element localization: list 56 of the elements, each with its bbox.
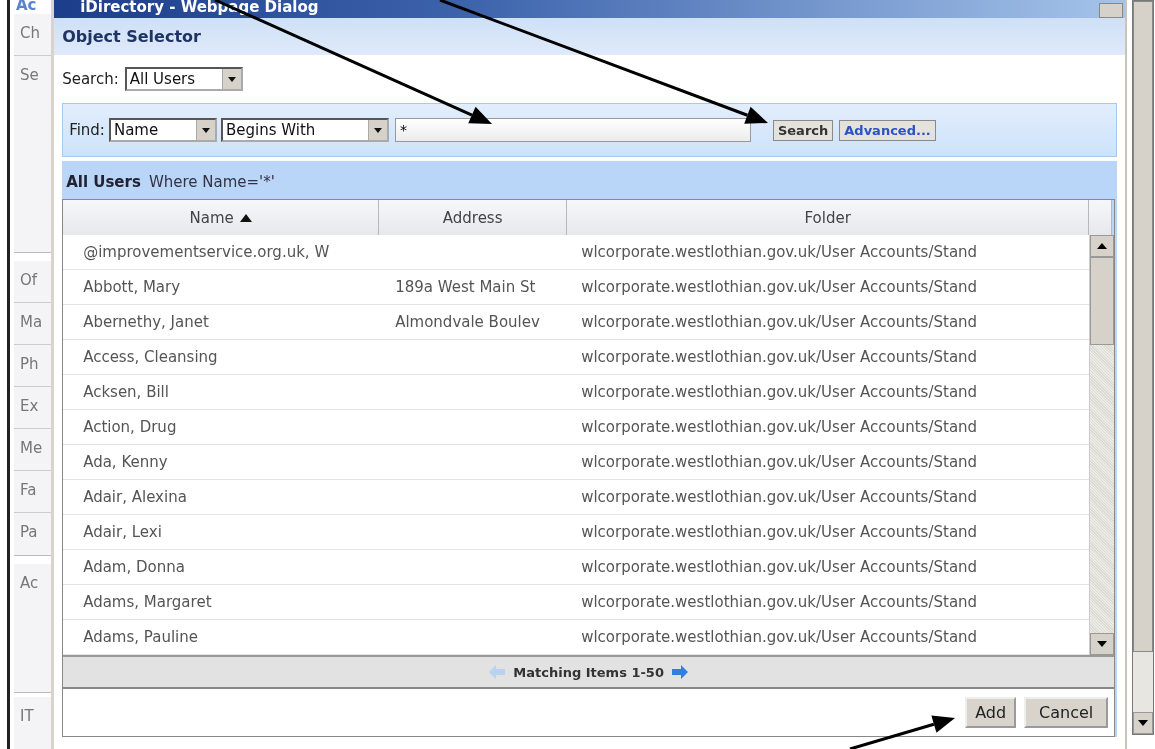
table-cell-text: wlcorporate.westlothian.gov.uk/User Accounts/Stand xyxy=(580,312,979,333)
scrollbar-thumb[interactable] xyxy=(1133,1,1154,652)
table-cell-text: Abernethy, Janet xyxy=(82,312,210,333)
search-button[interactable]: Search xyxy=(772,119,834,141)
table-cell-text: Acksen, Bill xyxy=(82,382,170,403)
table-cell-text: wlcorporate.westlothian.gov.uk/User Accounts/Stand xyxy=(580,557,979,578)
result-condition: Where Name='*' xyxy=(148,173,275,191)
table-cell-text: Adair, Lexi xyxy=(82,522,163,543)
add-button[interactable]: Add xyxy=(965,697,1017,728)
sort-ascending-icon xyxy=(239,213,252,222)
column-header-filler xyxy=(1089,200,1113,235)
table-cell-text: wlcorporate.westlothian.gov.uk/User Accounts/Stand xyxy=(580,242,979,263)
table-cell-text: Ada, Kenny xyxy=(82,452,169,473)
table-cell-text: Action, Drug xyxy=(82,417,178,438)
table-cell-text: @improvementservice.org.uk, W xyxy=(82,242,331,263)
scroll-down-icon[interactable] xyxy=(1138,720,1149,726)
operator-dropdown[interactable]: Begins With xyxy=(220,118,389,142)
search-label: Search: xyxy=(62,70,119,88)
page-menu-item[interactable]: Se xyxy=(14,56,52,98)
table-cell-text: Adair, Alexina xyxy=(82,487,188,508)
table-cell-text: Almondvale Boulev xyxy=(394,312,541,333)
table-cell-text: Adams, Margaret xyxy=(82,592,213,613)
table-cell-text: wlcorporate.westlothian.gov.uk/User Accounts/Stand xyxy=(580,277,979,298)
page-menu-item[interactable]: Pa xyxy=(14,513,52,555)
find-input-field[interactable]: * xyxy=(394,118,751,142)
table-cell-text: wlcorporate.westlothian.gov.uk/User Accounts/Stand xyxy=(580,382,979,403)
find-label: Find: xyxy=(69,121,105,139)
table-cell-text: wlcorporate.westlothian.gov.uk/User Accounts/Stand xyxy=(580,452,979,473)
next-arrow-icon[interactable] xyxy=(671,665,688,679)
pager-label: Matching Items 1-50 xyxy=(513,664,664,680)
table-cell-text: wlcorporate.westlothian.gov.uk/User Accounts/Stand xyxy=(580,627,979,648)
cancel-button[interactable]: Cancel xyxy=(1024,697,1109,728)
table-cell-text: Adam, Donna xyxy=(82,557,186,578)
search-scope-dropdown[interactable]: All Users xyxy=(124,67,243,91)
field-dropdown[interactable]: Name xyxy=(108,118,217,142)
scroll-up-icon[interactable] xyxy=(1097,243,1108,249)
table-cell-text: Access, Cleansing xyxy=(82,347,219,368)
close-button[interactable] xyxy=(1099,3,1124,18)
scrollbar[interactable] xyxy=(1089,235,1115,655)
advanced-button[interactable]: Advanced... xyxy=(839,119,936,141)
column-header[interactable]: Address xyxy=(379,200,568,235)
table-cell-text: wlcorporate.westlothian.gov.uk/User Accounts/Stand xyxy=(580,347,979,368)
table-cell-text: wlcorporate.westlothian.gov.uk/User Accounts/Stand xyxy=(580,487,979,508)
table-cell-text: wlcorporate.westlothian.gov.uk/User Accounts/Stand xyxy=(580,592,979,613)
column-header[interactable]: Name xyxy=(63,200,380,235)
table-cell-text: Abbott, Mary xyxy=(82,277,182,298)
table-cell-text: wlcorporate.westlothian.gov.uk/User Accounts/Stand xyxy=(580,522,979,543)
column-header[interactable]: Folder xyxy=(567,200,1090,235)
table-cell-text: wlcorporate.westlothian.gov.uk/User Accounts/Stand xyxy=(580,417,979,438)
table-cell-text: Adams, Pauline xyxy=(82,627,199,648)
result-scope: All Users xyxy=(66,173,141,191)
scroll-down-icon[interactable] xyxy=(1097,641,1108,647)
table-cell-text: 189a West Main St xyxy=(394,277,537,298)
scrollbar-thumb[interactable] xyxy=(1090,257,1115,345)
page-scrollbar[interactable] xyxy=(1132,0,1155,735)
dialog-title: Object Selector xyxy=(54,18,1126,55)
